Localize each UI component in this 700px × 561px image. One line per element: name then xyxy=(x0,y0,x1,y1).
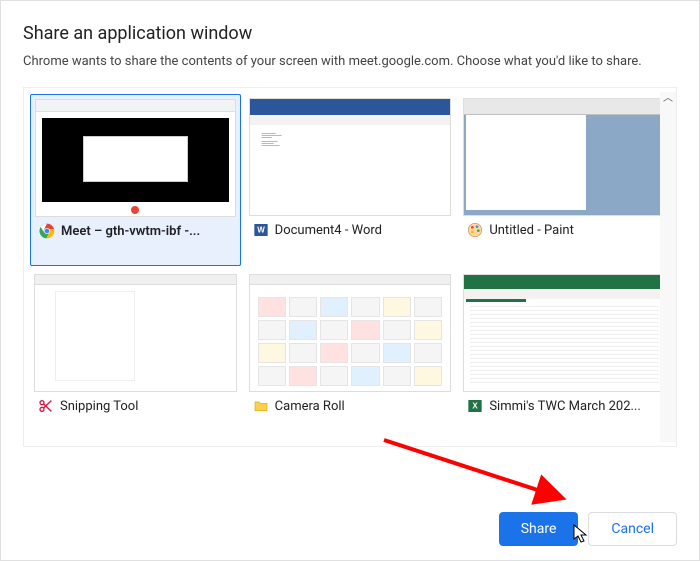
share-button[interactable]: Share xyxy=(499,512,579,546)
svg-text:W: W xyxy=(257,226,265,235)
scrollbar[interactable]: ︿ xyxy=(660,92,676,442)
thumbnail xyxy=(35,99,236,217)
paint-icon xyxy=(467,222,483,238)
thumbnail xyxy=(249,274,452,392)
window-tile-snip[interactable]: Snipping Tool xyxy=(30,270,241,440)
window-label: Camera Roll xyxy=(275,399,345,414)
excel-icon: X xyxy=(467,398,483,414)
window-label: Meet – gth-vwtm-ibf -... xyxy=(61,224,200,239)
scroll-up-icon[interactable]: ︿ xyxy=(660,92,676,106)
window-list-scroll: Meet – gth-vwtm-ibf -... ▬▬▬▬▬▬▬▬▬▬▬▬▬▬▬… xyxy=(23,87,677,447)
thumbnail xyxy=(463,98,666,216)
chrome-icon xyxy=(39,223,55,239)
svg-text:X: X xyxy=(473,402,479,411)
window-label: Simmi's TWC March 202... xyxy=(489,399,640,414)
dialog-title: Share an application window xyxy=(23,23,677,44)
window-label: Document4 - Word xyxy=(275,223,382,238)
thumbnail xyxy=(463,274,666,392)
window-tile-word[interactable]: ▬▬▬▬▬▬▬▬▬▬▬▬▬▬▬▬▬▬▬▬▬▬▬▬▬▬▬▬▬▬▬▬▬▬▬▬▬▬▬▬… xyxy=(245,94,456,266)
window-label: Untitled - Paint xyxy=(489,223,574,238)
window-label: Snipping Tool xyxy=(60,399,138,414)
window-tile-camera-roll[interactable]: Camera Roll xyxy=(245,270,456,440)
window-tile-paint[interactable]: Untitled - Paint xyxy=(459,94,670,266)
window-tile-meet[interactable]: Meet – gth-vwtm-ibf -... xyxy=(30,94,241,266)
cancel-button[interactable]: Cancel xyxy=(588,512,677,546)
thumbnail: ▬▬▬▬▬▬▬▬▬▬▬▬▬▬▬▬▬▬▬▬▬▬▬▬▬▬▬▬▬▬▬▬▬▬▬▬▬▬▬▬… xyxy=(249,98,452,216)
folder-icon xyxy=(253,398,269,414)
dialog-subtitle: Chrome wants to share the contents of yo… xyxy=(23,54,677,69)
word-icon: W xyxy=(253,222,269,238)
thumbnail xyxy=(34,274,237,392)
scissors-icon xyxy=(38,398,54,414)
window-tile-excel[interactable]: X Simmi's TWC March 202... xyxy=(459,270,670,440)
